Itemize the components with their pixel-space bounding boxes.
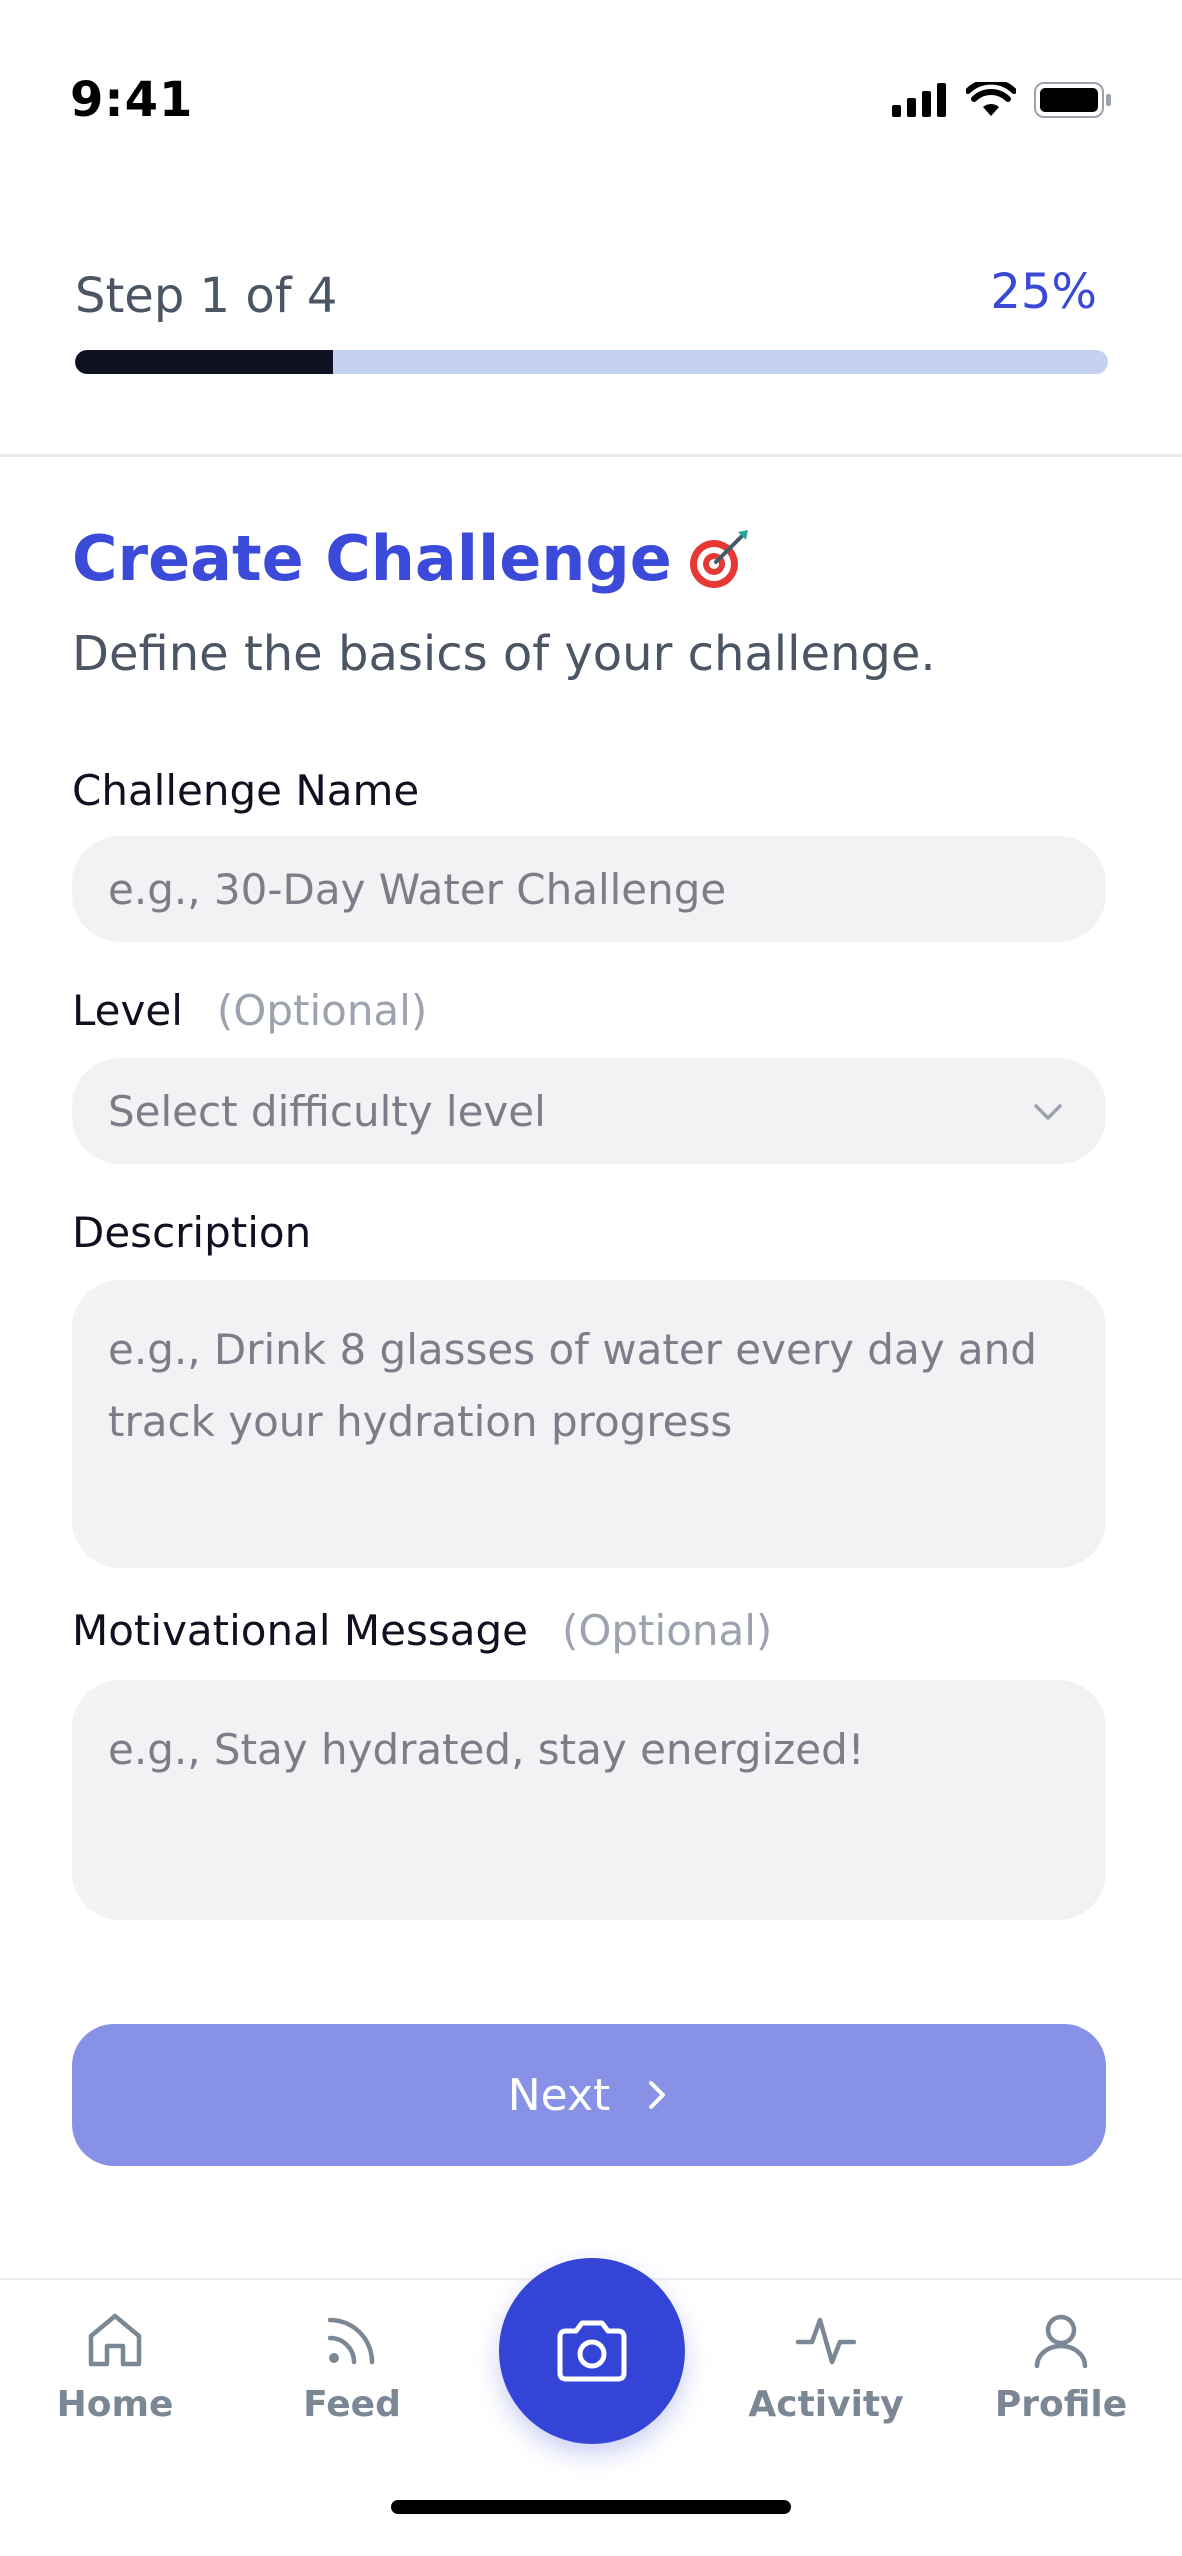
nav-item-profile[interactable]: Profile [961, 2308, 1161, 2425]
chevron-right-icon [649, 2081, 666, 2109]
nav-label-profile: Profile [994, 2384, 1128, 2425]
challenge-name-label: Challenge Name [72, 766, 420, 815]
progress-percent: 25% [990, 264, 1097, 320]
description-placeholder: e.g., Drink 8 glasses of water every day… [108, 1325, 1037, 1446]
motivational-message-label: Motivational Message (Optional) [72, 1606, 773, 1655]
home-icon [88, 2313, 142, 2367]
challenge-name-input[interactable]: e.g., 30-Day Water Challenge [72, 836, 1106, 942]
header-divider [0, 454, 1182, 457]
next-button-label: Next [507, 2069, 611, 2121]
create-challenge-screen: 9:41 Step 1 of 4 25% Create Challenge De… [0, 0, 1182, 2556]
progress-bar-fill [75, 350, 334, 374]
level-placeholder: Select difficulty level [108, 1086, 546, 1136]
step-label: Step 1 of 4 [75, 268, 338, 324]
motivational-message-placeholder: e.g., Stay hydrated, stay energized! [108, 1725, 865, 1774]
nav-item-activity[interactable]: Activity [726, 2308, 926, 2425]
nav-item-feed[interactable]: Feed [252, 2308, 452, 2425]
nav-label-activity: Activity [748, 2384, 904, 2425]
profile-icon [1034, 2314, 1088, 2369]
dart-target-icon [689, 529, 748, 588]
progress-bar [75, 350, 1108, 374]
description-label: Description [72, 1208, 312, 1257]
feed-icon [327, 2317, 375, 2365]
level-label: Level (Optional) [72, 986, 428, 1035]
status-time: 9:41 [70, 72, 194, 128]
nav-item-home[interactable]: Home [15, 2308, 215, 2425]
level-select[interactable]: Select difficulty level [72, 1058, 1106, 1164]
nav-label-home: Home [56, 2384, 174, 2425]
next-button[interactable]: Next [72, 2024, 1106, 2166]
camera-icon [557, 2320, 627, 2382]
camera-button[interactable] [499, 2258, 685, 2444]
activity-icon [795, 2317, 857, 2365]
battery-icon [1034, 82, 1111, 118]
motivational-message-textarea[interactable]: e.g., Stay hydrated, stay energized! [72, 1680, 1106, 1920]
description-textarea[interactable]: e.g., Drink 8 glasses of water every day… [72, 1280, 1106, 1568]
nav-label-feed: Feed [303, 2384, 401, 2425]
status-icons [892, 82, 1112, 118]
page-title: Create Challenge [72, 522, 672, 595]
title-row: Create Challenge [72, 522, 752, 595]
chevron-down-icon [1034, 1104, 1062, 1120]
cellular-signal-icon [892, 83, 946, 117]
challenge-name-placeholder: e.g., 30-Day Water Challenge [108, 864, 727, 914]
level-optional-tag: (Optional) [216, 986, 428, 1035]
wifi-icon [966, 82, 1016, 116]
page-subtitle: Define the basics of your challenge. [72, 626, 936, 682]
home-indicator [391, 2500, 791, 2514]
status-bar: 9:41 [0, 0, 1182, 200]
motivational-optional-tag: (Optional) [561, 1606, 773, 1655]
